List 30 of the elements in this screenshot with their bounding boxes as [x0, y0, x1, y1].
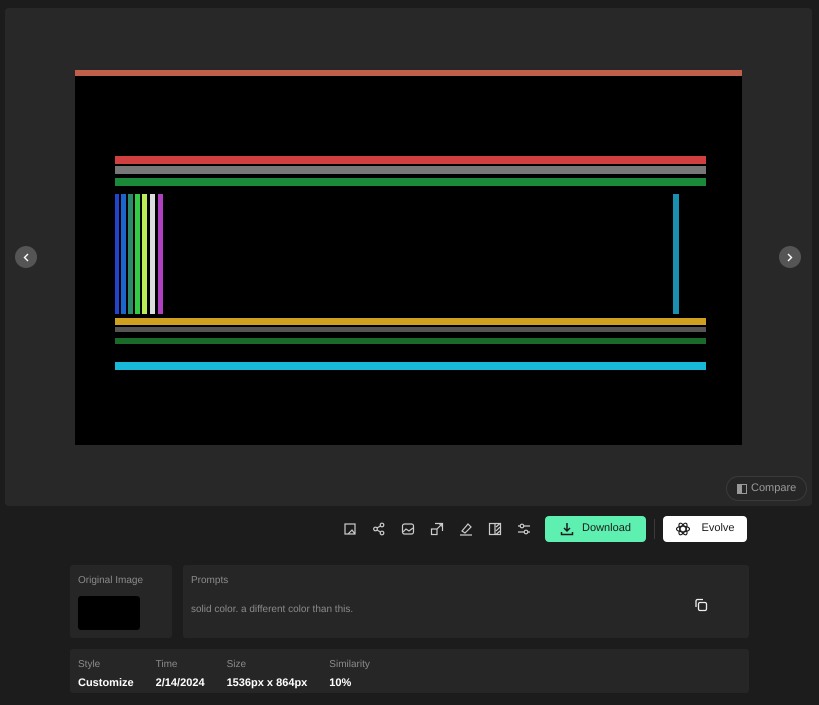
resize-icon[interactable] — [429, 520, 445, 536]
detail-value: 10% — [329, 676, 352, 691]
detail-value: 1536px x 864px — [226, 676, 308, 691]
chevron-right-icon — [787, 252, 793, 262]
detail-label: Style — [78, 658, 102, 672]
bookmark-icon[interactable] — [342, 520, 358, 536]
detail-value: Customize — [78, 676, 134, 691]
compare-button[interactable]: Compare — [726, 476, 808, 501]
detail-value: 2/14/2024 — [156, 676, 205, 691]
original-image-label: Original Image — [78, 574, 144, 588]
chevron-left-icon — [23, 252, 29, 262]
atom-icon — [675, 520, 692, 536]
evolve-button[interactable]: Evolve — [663, 516, 747, 542]
share-icon[interactable] — [371, 520, 387, 536]
prompts-label: Prompts — [191, 574, 230, 588]
image-icon[interactable] — [400, 520, 416, 536]
detail-label: Size — [226, 658, 248, 672]
original-image-thumbnail[interactable] — [78, 596, 140, 630]
eraser-icon[interactable] — [458, 520, 474, 536]
split-view-icon[interactable] — [487, 520, 503, 536]
download-button[interactable]: Download — [545, 516, 646, 542]
compare-icon — [737, 484, 747, 494]
next-button[interactable] — [779, 246, 801, 268]
detail-label: Similarity — [329, 658, 370, 672]
detail-label: Time — [156, 658, 178, 672]
download-icon — [560, 522, 574, 536]
previous-button[interactable] — [15, 246, 37, 268]
prompt-text: solid color. a different color than this. — [191, 603, 354, 617]
sliders-icon[interactable] — [516, 520, 532, 536]
copy-icon[interactable] — [694, 598, 708, 612]
